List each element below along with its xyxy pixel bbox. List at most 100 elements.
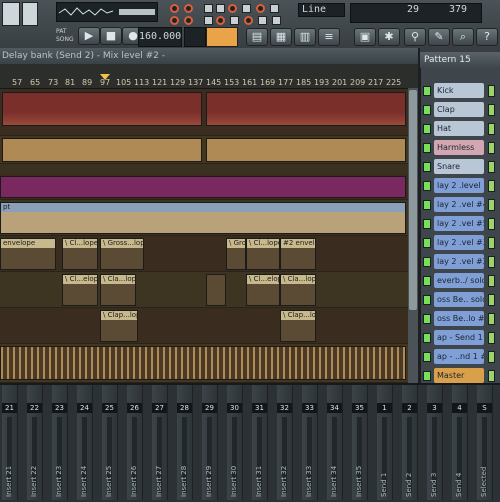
automation-clip[interactable]: \ Cla...lope xyxy=(100,274,136,306)
mixer-strip[interactable]: 28 Insert 28 xyxy=(177,385,193,500)
multilink-toggle[interactable] xyxy=(230,16,239,25)
automation-clip[interactable]: envelope xyxy=(0,238,56,270)
shuffle-knob[interactable] xyxy=(184,16,193,25)
channel-row[interactable]: lay 2 .vel #4 xyxy=(420,196,500,214)
channel-name-button[interactable]: lay 2 .vel #4 xyxy=(434,197,484,212)
tempo-display[interactable]: 160.000 xyxy=(138,27,182,47)
channel-name-button[interactable]: ap - Send 1 xyxy=(434,330,484,345)
channel-row[interactable]: everb../ solo xyxy=(420,272,500,290)
stop-button[interactable]: ■ xyxy=(100,27,122,45)
channel-mute-led[interactable] xyxy=(423,257,431,267)
mixer-strip[interactable]: 34 Insert 34 xyxy=(327,385,343,500)
loop-record-toggle[interactable] xyxy=(256,4,265,13)
channel-select-led[interactable] xyxy=(488,313,495,325)
overdub-toggle[interactable] xyxy=(258,16,267,25)
pattern-selector-grid[interactable] xyxy=(206,27,238,47)
mixer-strip[interactable]: 35 Insert 35 xyxy=(352,385,368,500)
channel-mute-led[interactable] xyxy=(423,333,431,343)
zoom-icon[interactable]: ⌕ xyxy=(452,28,474,46)
channel-mute-led[interactable] xyxy=(423,276,431,286)
channel-select-led[interactable] xyxy=(488,161,495,173)
channel-select-led[interactable] xyxy=(488,294,495,306)
channel-select-led[interactable] xyxy=(488,370,495,382)
pattern-clip[interactable] xyxy=(206,138,406,162)
pattern-number[interactable] xyxy=(184,27,206,47)
pattern-clip[interactable] xyxy=(2,92,202,126)
piano-roll-button[interactable]: ▦ xyxy=(270,28,292,46)
channel-row[interactable]: ap - ..nd 1 #2 xyxy=(420,348,500,366)
master-pitch-slider[interactable] xyxy=(22,2,38,26)
mixer-strip[interactable]: 31 Insert 31 xyxy=(252,385,268,500)
channel-row[interactable]: Kick xyxy=(420,82,500,100)
channel-name-button[interactable]: Master xyxy=(434,368,484,383)
channel-select-led[interactable] xyxy=(488,332,495,344)
channel-select-led[interactable] xyxy=(488,142,495,154)
channel-name-button[interactable]: lay 2 .level xyxy=(434,178,484,193)
mixer-strip[interactable]: 23 Insert 23 xyxy=(52,385,68,500)
channel-name-button[interactable]: Hat xyxy=(434,121,484,136)
channel-mute-led[interactable] xyxy=(423,162,431,172)
mixer-strip[interactable]: 2 Send 2 xyxy=(402,385,418,500)
mixer-strip[interactable]: 22 Insert 22 xyxy=(27,385,43,500)
channel-rack-title-bar[interactable]: Pattern 15 xyxy=(420,52,500,68)
channel-name-button[interactable]: Harmless xyxy=(434,140,484,155)
channel-row[interactable]: ap - Send 1 xyxy=(420,329,500,347)
playlist-window-button[interactable]: ▤ xyxy=(246,28,268,46)
mixer-strip[interactable]: 25 Insert 25 xyxy=(102,385,118,500)
channel-mute-led[interactable] xyxy=(423,124,431,134)
channel-select-led[interactable] xyxy=(488,85,495,97)
channel-row[interactable]: oss Be.. solo xyxy=(420,291,500,309)
pattern-clip[interactable] xyxy=(206,92,406,126)
automation-clip[interactable]: \ Cla...lope xyxy=(280,274,316,306)
swing-knob[interactable] xyxy=(170,16,179,25)
channel-row[interactable]: oss Be..lo #2 xyxy=(420,310,500,328)
mixer-strip[interactable]: 27 Insert 27 xyxy=(152,385,168,500)
mixer-strip[interactable]: 33 Insert 33 xyxy=(302,385,318,500)
mixer-strip[interactable]: 24 Insert 24 xyxy=(77,385,93,500)
automation-clip[interactable]: pt xyxy=(0,202,406,234)
playlist-ruler[interactable]: 57 65 73 81 89 97 105 113 121 129 137 14… xyxy=(0,64,418,89)
channel-name-button[interactable]: oss Be..lo #2 xyxy=(434,311,484,326)
channel-row[interactable]: lay 2 .vel #5 xyxy=(420,215,500,233)
channel-row[interactable]: lay 2 .level xyxy=(420,177,500,195)
automation-clip[interactable]: \ Cl...lope xyxy=(246,238,280,270)
wait-input-toggle[interactable] xyxy=(244,16,253,25)
mixer-strip[interactable]: 1 Send 1 xyxy=(377,385,393,500)
mixer-strip[interactable]: 3 Send 3 xyxy=(427,385,443,500)
step-edit-toggle[interactable] xyxy=(270,4,279,13)
channel-name-button[interactable]: lay 2 .vel #5 xyxy=(434,216,484,231)
automation-clip[interactable]: \ Cl...lope xyxy=(62,238,98,270)
mixer-strip[interactable]: 26 Insert 26 xyxy=(127,385,143,500)
channel-select-led[interactable] xyxy=(488,275,495,287)
playlist-title-bar[interactable]: Delay bank (Send 2) - Mix level #2 - xyxy=(0,48,418,64)
record-toggle[interactable] xyxy=(228,4,237,13)
mixer-button[interactable]: ≡ xyxy=(318,28,340,46)
channel-mute-led[interactable] xyxy=(423,143,431,153)
mixer-strip[interactable]: S Selected xyxy=(477,385,493,500)
channel-select-led[interactable] xyxy=(488,218,495,230)
channel-name-button[interactable]: everb../ solo xyxy=(434,273,484,288)
channel-row[interactable]: Hat xyxy=(420,120,500,138)
help-icon[interactable]: ? xyxy=(476,28,498,46)
automation-clip[interactable]: \ Clap...lope xyxy=(100,310,138,342)
playlist-scroll-thumb[interactable] xyxy=(409,90,417,310)
channel-name-button[interactable]: ap - ..nd 1 #2 xyxy=(434,349,484,364)
channel-row[interactable]: Harmless xyxy=(420,139,500,157)
automation-clip[interactable]: #2 envelope xyxy=(280,238,316,270)
channel-mute-led[interactable] xyxy=(423,314,431,324)
channel-mute-led[interactable] xyxy=(423,371,431,381)
channel-select-led[interactable] xyxy=(488,351,495,363)
pattern-search-icon[interactable]: ⚲ xyxy=(404,28,426,46)
playhead-marker-icon[interactable] xyxy=(100,74,110,80)
channel-mute-led[interactable] xyxy=(423,219,431,229)
tools-icon[interactable]: ✎ xyxy=(428,28,450,46)
blend-toggle[interactable] xyxy=(204,16,213,25)
plugin-picker-button[interactable]: ✱ xyxy=(378,28,400,46)
master-volume-slider[interactable] xyxy=(2,2,20,26)
channel-mute-led[interactable] xyxy=(423,295,431,305)
metronome-toggle[interactable] xyxy=(216,4,225,13)
channel-mute-led[interactable] xyxy=(423,352,431,362)
mixer-strip[interactable]: 30 Insert 30 xyxy=(227,385,243,500)
play-button[interactable]: ▶ xyxy=(78,27,100,45)
countdown-toggle[interactable] xyxy=(242,4,251,13)
